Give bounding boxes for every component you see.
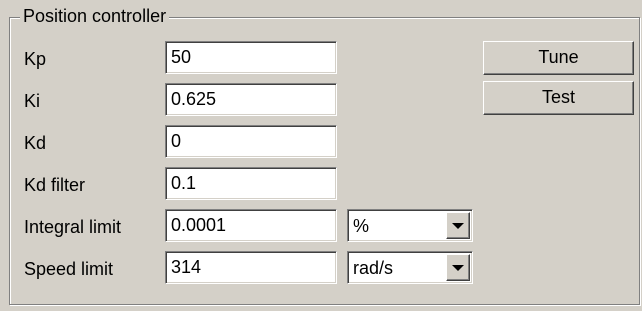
kp-field[interactable] bbox=[165, 41, 337, 74]
groupbox-title: Position controller bbox=[20, 6, 170, 26]
ki-input[interactable] bbox=[167, 85, 331, 114]
integral-limit-input[interactable] bbox=[167, 211, 331, 240]
ki-field[interactable] bbox=[165, 83, 337, 116]
kd-field[interactable] bbox=[165, 125, 337, 158]
speed-limit-unit-value: rad/s bbox=[353, 258, 394, 278]
kd-row: Kd bbox=[0, 125, 642, 161]
speed-limit-row: Speed limit rad/s bbox=[0, 251, 642, 287]
integral-limit-field[interactable] bbox=[165, 209, 337, 242]
speed-limit-input[interactable] bbox=[167, 253, 331, 282]
kd-filter-label: Kd filter bbox=[24, 175, 86, 195]
integral-limit-unit-select[interactable]: % bbox=[347, 209, 473, 242]
speed-limit-unit-select[interactable]: rad/s bbox=[347, 251, 473, 284]
integral-limit-label: Integral limit bbox=[24, 217, 122, 237]
kd-input[interactable] bbox=[167, 127, 331, 156]
chevron-down-icon[interactable] bbox=[446, 254, 470, 281]
integral-limit-row: Integral limit % bbox=[0, 209, 642, 245]
integral-limit-unit-value: % bbox=[353, 216, 370, 236]
tune-button[interactable]: Tune bbox=[483, 41, 634, 75]
kd-filter-row: Kd filter bbox=[0, 167, 642, 203]
speed-limit-field[interactable] bbox=[165, 251, 337, 284]
kd-filter-input[interactable] bbox=[167, 169, 331, 198]
kd-filter-field[interactable] bbox=[165, 167, 337, 200]
ki-label: Ki bbox=[24, 91, 41, 111]
chevron-down-icon[interactable] bbox=[446, 212, 470, 239]
kp-label: Kp bbox=[24, 49, 47, 69]
speed-limit-label: Speed limit bbox=[24, 259, 114, 279]
kd-label: Kd bbox=[24, 133, 47, 153]
kp-input[interactable] bbox=[167, 43, 331, 72]
test-button[interactable]: Test bbox=[483, 81, 634, 115]
